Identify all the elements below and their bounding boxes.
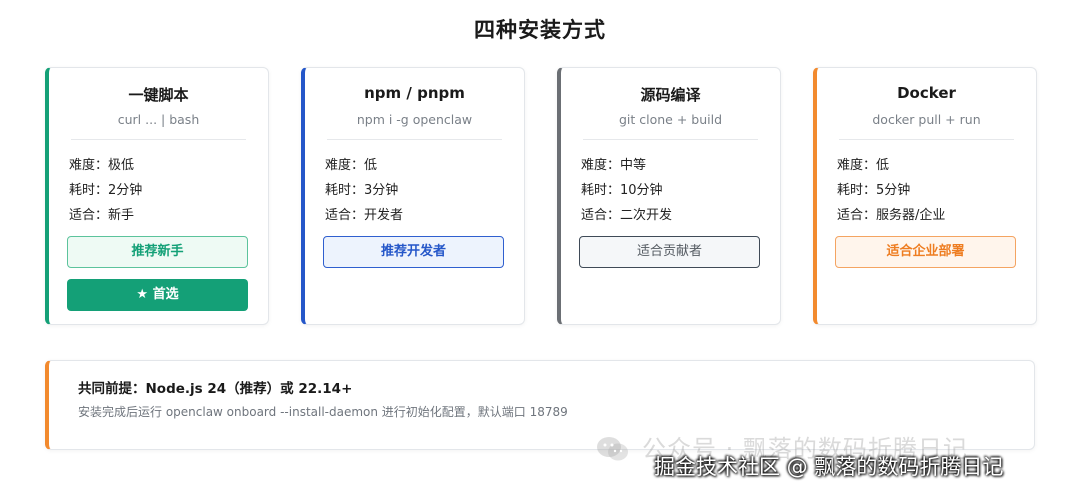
card-command: curl ... | bash — [117, 112, 200, 127]
card-divider — [327, 139, 502, 140]
card-command: git clone + build — [618, 112, 723, 127]
suitable-contributor-button[interactable]: 适合贡献者 — [579, 236, 760, 268]
card-command: npm i -g openclaw — [356, 112, 473, 127]
time-label: 耗时：10分钟 — [581, 183, 663, 198]
card-divider — [583, 139, 758, 140]
wechat-icon — [596, 436, 630, 462]
difficulty-label: 难度：低 — [325, 158, 378, 173]
difficulty-label: 难度：低 — [837, 158, 890, 173]
card-npm-pnpm: npm / pnpm npm i -g openclaw 难度：低 耗时：3分钟… — [301, 67, 525, 325]
prerequisite-title: 共同前提：Node.js 24（推荐）或 22.14+ — [78, 381, 353, 397]
time-label: 耗时：2分钟 — [69, 183, 143, 198]
suitable-label: 适合：二次开发 — [581, 208, 673, 223]
prerequisite-description: 安装完成后运行 openclaw onboard --install-daemo… — [78, 405, 568, 419]
time-label: 耗时：3分钟 — [325, 183, 399, 198]
card-docker: Docker docker pull + run 难度：低 耗时：5分钟 适合：… — [813, 67, 1037, 325]
card-divider — [71, 139, 246, 140]
enterprise-deploy-button[interactable]: 适合企业部署 — [835, 236, 1016, 268]
card-source-build: 源码编译 git clone + build 难度：中等 耗时：10分钟 适合：… — [557, 67, 781, 325]
recommend-beginner-button[interactable]: 推荐新手 — [67, 236, 248, 268]
time-label: 耗时：5分钟 — [837, 183, 911, 198]
page-title: 四种安装方式 — [474, 18, 606, 42]
juejin-watermark: 掘金技术社区 @ 飘落的数码折腾日记 — [654, 455, 1004, 479]
recommend-developer-button[interactable]: 推荐开发者 — [323, 236, 504, 268]
card-divider — [839, 139, 1014, 140]
card-title: 源码编译 — [640, 86, 701, 104]
card-title: npm / pnpm — [364, 84, 465, 102]
suitable-label: 适合：服务器/企业 — [837, 208, 946, 223]
card-command: docker pull + run — [872, 112, 981, 127]
card-one-click-script: 一键脚本 curl ... | bash 难度：极低 耗时：2分钟 适合：新手 … — [45, 67, 269, 325]
card-title: 一键脚本 — [128, 86, 189, 104]
difficulty-label: 难度：中等 — [581, 158, 647, 173]
difficulty-label: 难度：极低 — [69, 158, 135, 173]
preferred-button[interactable]: ★ 首选 — [67, 279, 248, 311]
card-title: Docker — [897, 84, 956, 102]
suitable-label: 适合：新手 — [69, 208, 135, 223]
suitable-label: 适合：开发者 — [325, 208, 404, 223]
